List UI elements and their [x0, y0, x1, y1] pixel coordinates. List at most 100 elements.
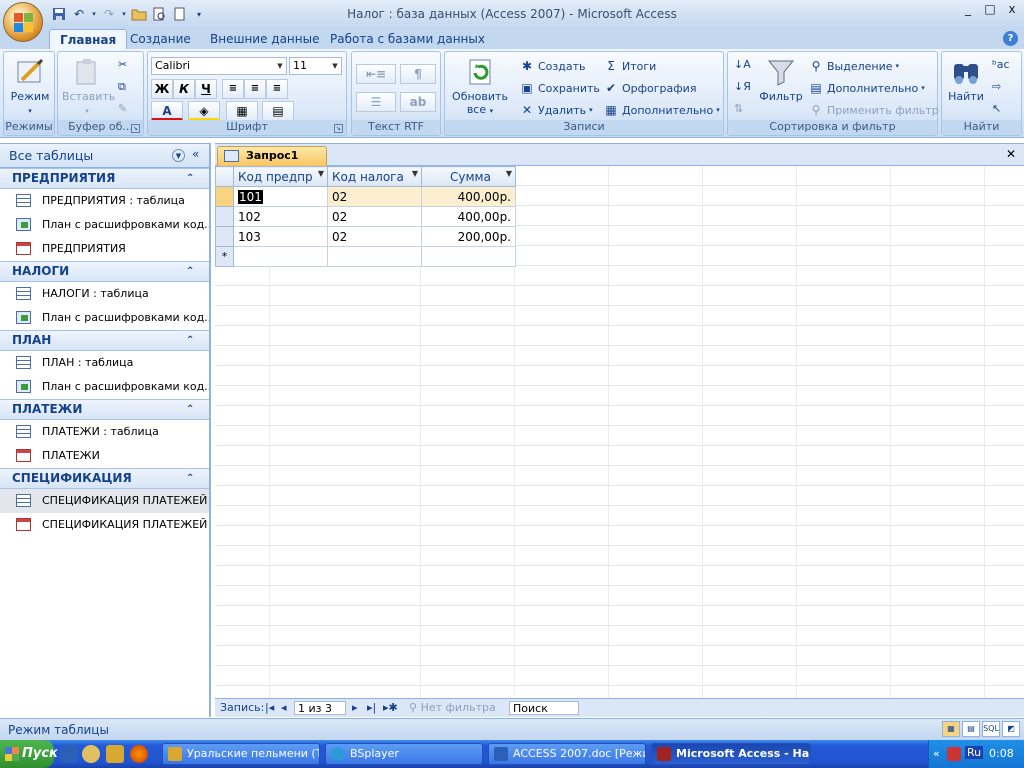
- save-record-button[interactable]: ▣ Сохранить: [519, 80, 600, 96]
- new-record-button[interactable]: ✱ Создать: [519, 58, 586, 74]
- row-selector[interactable]: [215, 226, 234, 247]
- nav-group-plan[interactable]: ПЛАН ⌃: [0, 330, 209, 351]
- table-cell[interactable]: 02: [327, 186, 422, 207]
- nav-item-payment-spec-form[interactable]: СПЕЦИФИКАЦИЯ ПЛАТЕЖЕЙ ...: [0, 513, 209, 537]
- font-name-select[interactable]: Calibri ▼: [151, 57, 287, 75]
- office-button[interactable]: [3, 2, 43, 42]
- column-header[interactable]: Код налога ▼: [327, 166, 422, 187]
- nav-item-enterprises-table[interactable]: ПРЕДПРИЯТИЯ : таблица: [0, 189, 209, 213]
- column-header[interactable]: Код предпр ▼: [233, 166, 328, 187]
- nav-group-payments[interactable]: ПЛАТЕЖИ ⌃: [0, 399, 209, 420]
- table-cell[interactable]: 400,00р.: [421, 206, 516, 227]
- find-button[interactable]: Найти: [944, 56, 988, 103]
- tab-create[interactable]: Создание: [120, 29, 201, 50]
- row-selector[interactable]: [215, 186, 234, 207]
- goto-icon[interactable]: ⇨: [992, 80, 1001, 93]
- table-cell[interactable]: 02: [327, 206, 422, 227]
- nav-item-enterprises-form[interactable]: ПРЕДПРИЯТИЯ: [0, 237, 209, 261]
- chevron-down-icon[interactable]: ▼: [318, 169, 324, 178]
- first-record-icon[interactable]: |◂: [265, 701, 274, 715]
- nav-item-plan-table[interactable]: ПЛАН : таблица: [0, 351, 209, 375]
- tab-database-tools[interactable]: Работа с базами данных: [320, 29, 495, 50]
- font-launcher-icon[interactable]: ↘: [334, 124, 343, 133]
- help-icon[interactable]: ?: [1003, 31, 1018, 46]
- advanced-filter-button[interactable]: ▤ Дополнительно ▾: [808, 80, 924, 96]
- pivot-view-icon[interactable]: ▤: [962, 721, 980, 737]
- chevron-down-icon[interactable]: ▼: [506, 169, 512, 178]
- filter-button[interactable]: Фильтр: [758, 56, 804, 103]
- tab-query1[interactable]: Запрос1: [217, 146, 327, 166]
- table-cell[interactable]: 200,00р.: [421, 226, 516, 247]
- nav-item-query[interactable]: План с расшифровками код...: [0, 306, 209, 330]
- datasheet-view-icon[interactable]: ▦: [942, 721, 960, 737]
- nav-group-taxes[interactable]: НАЛОГИ ⌃: [0, 261, 209, 282]
- table-cell[interactable]: 101: [233, 186, 328, 207]
- sql-view-button[interactable]: SQL: [982, 721, 1000, 737]
- nav-item-payment-spec-table[interactable]: СПЕЦИФИКАЦИЯ ПЛАТЕЖЕЙ ...: [0, 489, 209, 513]
- replace-icon[interactable]: ᵇac: [992, 58, 1010, 71]
- start-button[interactable]: Пуск: [0, 740, 58, 768]
- table-cell[interactable]: [233, 246, 328, 267]
- highlight-icon[interactable]: ab: [400, 92, 436, 112]
- gridlines-icon[interactable]: ▦: [226, 101, 258, 121]
- nav-group-payment-spec[interactable]: СПЕЦИФИКАЦИЯ ПЛАТЕЖ...⌃: [0, 468, 209, 504]
- clipboard-launcher-icon[interactable]: ↘: [131, 124, 140, 133]
- nav-item-payments-form[interactable]: ПЛАТЕЖИ: [0, 444, 209, 468]
- last-record-icon[interactable]: ▸|: [367, 701, 376, 715]
- underline-button[interactable]: Ч: [195, 79, 217, 99]
- spelling-button[interactable]: ✔ Орфография: [603, 80, 696, 96]
- nav-item-query[interactable]: План с расшифровками код...: [0, 375, 209, 399]
- nav-item-payments-table[interactable]: ПЛАТЕЖИ : таблица: [0, 420, 209, 444]
- paste-button[interactable]: Вставить ▾: [62, 56, 115, 116]
- totals-button[interactable]: Σ Итоги: [603, 58, 656, 74]
- cut-icon[interactable]: ✂: [118, 58, 127, 71]
- refresh-all-button[interactable]: Обновить все ▾: [447, 56, 513, 116]
- chevron-down-icon[interactable]: ▼: [172, 149, 185, 162]
- select-all-corner[interactable]: [215, 166, 234, 187]
- italic-button[interactable]: К: [173, 79, 195, 99]
- row-selector[interactable]: [215, 206, 234, 227]
- view-mode-button[interactable]: Режим ▾: [8, 56, 52, 116]
- taskbar-button[interactable]: BSplayer: [325, 743, 483, 765]
- taskbar-button[interactable]: ACCESS 2007.doc [Режи...: [488, 743, 646, 765]
- table-cell[interactable]: [327, 246, 422, 267]
- quicklaunch-firefox-icon[interactable]: [130, 745, 148, 763]
- filter-status[interactable]: ⚲ Нет фильтра: [409, 701, 496, 715]
- nav-item-taxes-table[interactable]: НАЛОГИ : таблица: [0, 282, 209, 306]
- taskbar-button-active[interactable]: Microsoft Access - На...: [651, 743, 811, 765]
- toggle-filter-button[interactable]: ⚲ Применить фильтр: [808, 102, 939, 118]
- alternate-fill-icon[interactable]: ▤: [262, 101, 294, 121]
- bold-button[interactable]: Ж: [151, 79, 173, 99]
- record-position-input[interactable]: 1 из 3: [294, 701, 346, 715]
- chevron-down-icon[interactable]: ▼: [412, 169, 418, 178]
- tray-app-icon[interactable]: [947, 747, 961, 761]
- align-center-icon[interactable]: ≡: [244, 79, 266, 99]
- nav-pane-header[interactable]: Все таблицы ▼ «: [0, 144, 209, 168]
- more-records-button[interactable]: ▦ Дополнительно ▾: [603, 102, 719, 118]
- delete-record-button[interactable]: ✕ Удалить ▾: [519, 102, 593, 118]
- maximize-button[interactable]: □: [982, 2, 998, 16]
- nav-group-enterprises[interactable]: ПРЕДПРИЯТИЯ ⌃: [0, 168, 209, 189]
- format-painter-icon[interactable]: ✎: [118, 102, 127, 115]
- clear-sort-icon[interactable]: ⇅: [734, 102, 743, 115]
- font-size-select[interactable]: 11 ▼: [289, 57, 342, 75]
- new-record-nav-icon[interactable]: ▸✱: [383, 701, 398, 715]
- quicklaunch-search-icon[interactable]: [82, 745, 100, 763]
- select-icon[interactable]: ↖: [992, 102, 1001, 115]
- new-row-marker[interactable]: *: [215, 246, 234, 267]
- minimize-button[interactable]: _: [960, 2, 976, 16]
- table-cell[interactable]: 400,00р.: [421, 186, 516, 207]
- tab-home[interactable]: Главная: [49, 29, 128, 50]
- collapse-pane-icon[interactable]: «: [192, 147, 199, 161]
- quicklaunch-word-icon[interactable]: [60, 745, 78, 763]
- sort-ascending-icon[interactable]: ↓А: [734, 58, 751, 71]
- quicklaunch-app-icon[interactable]: [106, 745, 124, 763]
- copy-icon[interactable]: ⧉: [118, 80, 126, 94]
- tray-expand-icon[interactable]: «: [933, 747, 940, 760]
- table-cell[interactable]: 103: [233, 226, 328, 247]
- sort-descending-icon[interactable]: ↓Я: [734, 80, 751, 93]
- indent-decrease-icon[interactable]: ⇤≡: [356, 64, 396, 84]
- selection-button[interactable]: ⚲ Выделение ▾: [808, 58, 899, 74]
- align-right-icon[interactable]: ≡: [266, 79, 288, 99]
- column-header[interactable]: Сумма ▼: [421, 166, 516, 187]
